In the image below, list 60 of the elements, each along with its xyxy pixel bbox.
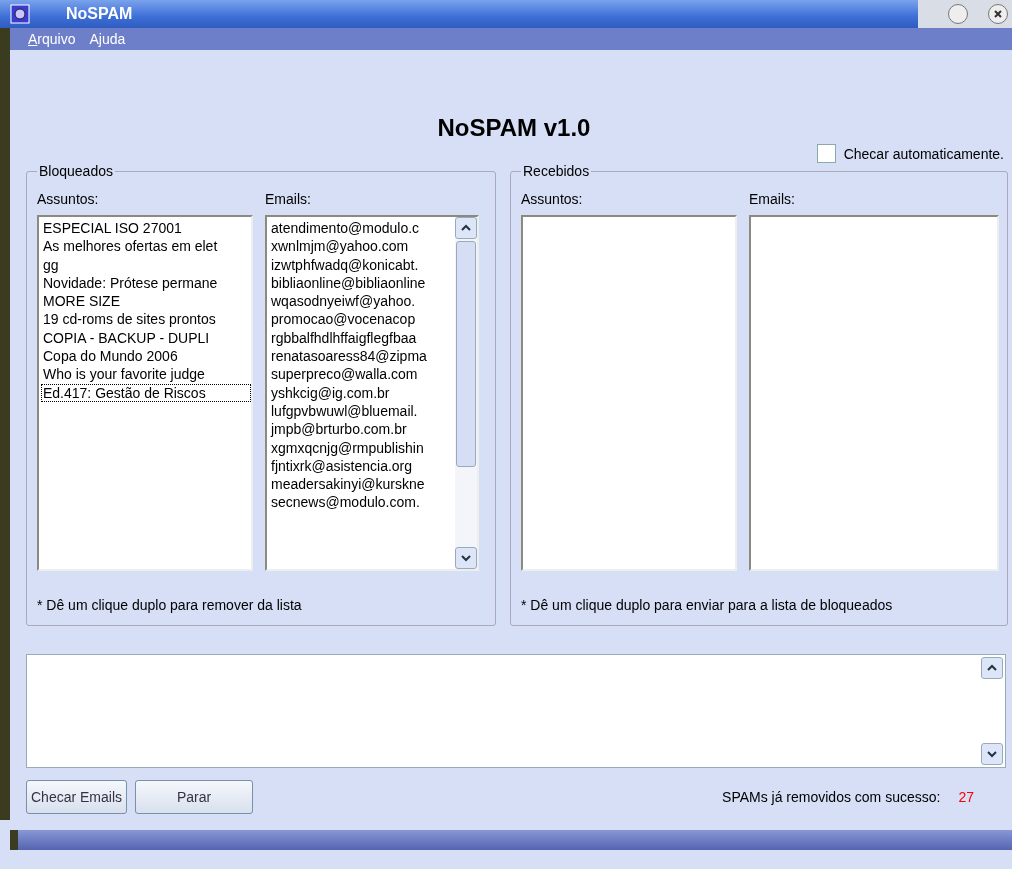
scroll-up-button[interactable] [455, 217, 477, 239]
app-icon [10, 4, 30, 24]
list-item[interactable]: Ed.417: Gestão de Riscos [41, 383, 251, 402]
column-label: Assuntos: [37, 191, 100, 207]
emails-list[interactable] [265, 215, 479, 571]
scrollbar-thumb[interactable] [456, 241, 476, 467]
checkbox-label: Checar automaticamente. [843, 145, 1004, 162]
list-item[interactable]: jmpb@brturbo.com.br [269, 420, 455, 439]
menu-item[interactable]: Arquivo [28, 31, 76, 47]
close-button[interactable] [988, 4, 1008, 24]
log-field[interactable] [26, 654, 1006, 768]
list-item[interactable]: bibliaonline@bibliaonline [269, 273, 455, 293]
chevron-up-icon [987, 664, 997, 672]
list-item[interactable]: lufgpvbwuwl@bluemail. [269, 401, 455, 421]
chevron-up-icon [461, 224, 471, 232]
list-item[interactable]: xwnlmjm@yahoo.com [269, 237, 455, 256]
action-button[interactable]: Parar [135, 780, 254, 814]
chevron-down-icon [461, 554, 471, 562]
hint-text: * Dê um clique duplo para remover da lista [37, 597, 303, 613]
removed-count: 27 [958, 789, 974, 805]
list-item[interactable]: COPIA - BACKUP - DUPLI [41, 328, 251, 348]
list-item[interactable]: gg [41, 255, 251, 274]
hint-text: * Dê um clique duplo para enviar para a lista de bloqueados [521, 597, 894, 613]
removed-label: SPAMs já removidos com sucesso: [722, 789, 941, 805]
menu-item[interactable]: Ajuda [89, 31, 126, 47]
list-item[interactable]: xgmxqcnjg@rmpublishin [269, 438, 455, 457]
scroll-down-button[interactable] [981, 743, 1003, 765]
app-heading: NoSPAM v1.0 [436, 114, 592, 142]
list-item[interactable]: MORE SIZE [41, 292, 251, 311]
action-button[interactable]: Checar Emails [26, 780, 128, 814]
list-item[interactable]: Who is your favorite judge [41, 365, 251, 384]
column-label: Assuntos: [521, 191, 584, 207]
close-icon [993, 9, 1003, 19]
list-item[interactable]: 19 cd-roms de sites prontos [41, 310, 251, 329]
list-item[interactable]: yshkcig@ig.com.br [269, 383, 455, 402]
list-item[interactable]: rgbbalfhdlhffaigflegfbaa [269, 328, 455, 348]
column-label: Emails: [749, 191, 796, 207]
list-item[interactable]: atendimento@modulo.c [269, 219, 455, 238]
list-item[interactable]: izwtphfwadq@konicabt. [269, 255, 455, 274]
list-item[interactable]: promocao@vocenacop [269, 310, 455, 329]
list-item[interactable]: renatasoaress84@zipma [269, 347, 455, 366]
list-item[interactable]: meadersakinyi@kurskne [269, 475, 455, 494]
window-title: NoSPAM [66, 5, 133, 23]
list-item[interactable]: wqasodnyeiwf@yahoo. [269, 292, 455, 311]
list-item[interactable]: As melhores ofertas em elet [41, 237, 251, 256]
column-label: Emails: [265, 191, 312, 207]
list-item[interactable]: secnews@modulo.com. [269, 493, 455, 512]
scroll-up-button[interactable] [981, 657, 1003, 679]
group-title: Bloqueados [38, 163, 114, 179]
list-item[interactable]: fjntixrk@asistencia.org [269, 456, 455, 476]
checkbox[interactable] [816, 144, 836, 163]
group-title: Recebidos [522, 163, 591, 179]
list-item[interactable]: Copa do Mundo 2006 [41, 347, 251, 366]
list-item[interactable]: ESPECIAL ISO 27001 [41, 219, 251, 238]
minimize-button[interactable] [948, 4, 968, 24]
chevron-down-icon [987, 750, 997, 758]
list-item[interactable]: superpreco@walla.com [269, 365, 455, 384]
scroll-down-button[interactable] [455, 547, 477, 569]
subjects-list[interactable] [37, 215, 253, 571]
list-item[interactable]: Novidade: Prótese permane [41, 273, 251, 293]
